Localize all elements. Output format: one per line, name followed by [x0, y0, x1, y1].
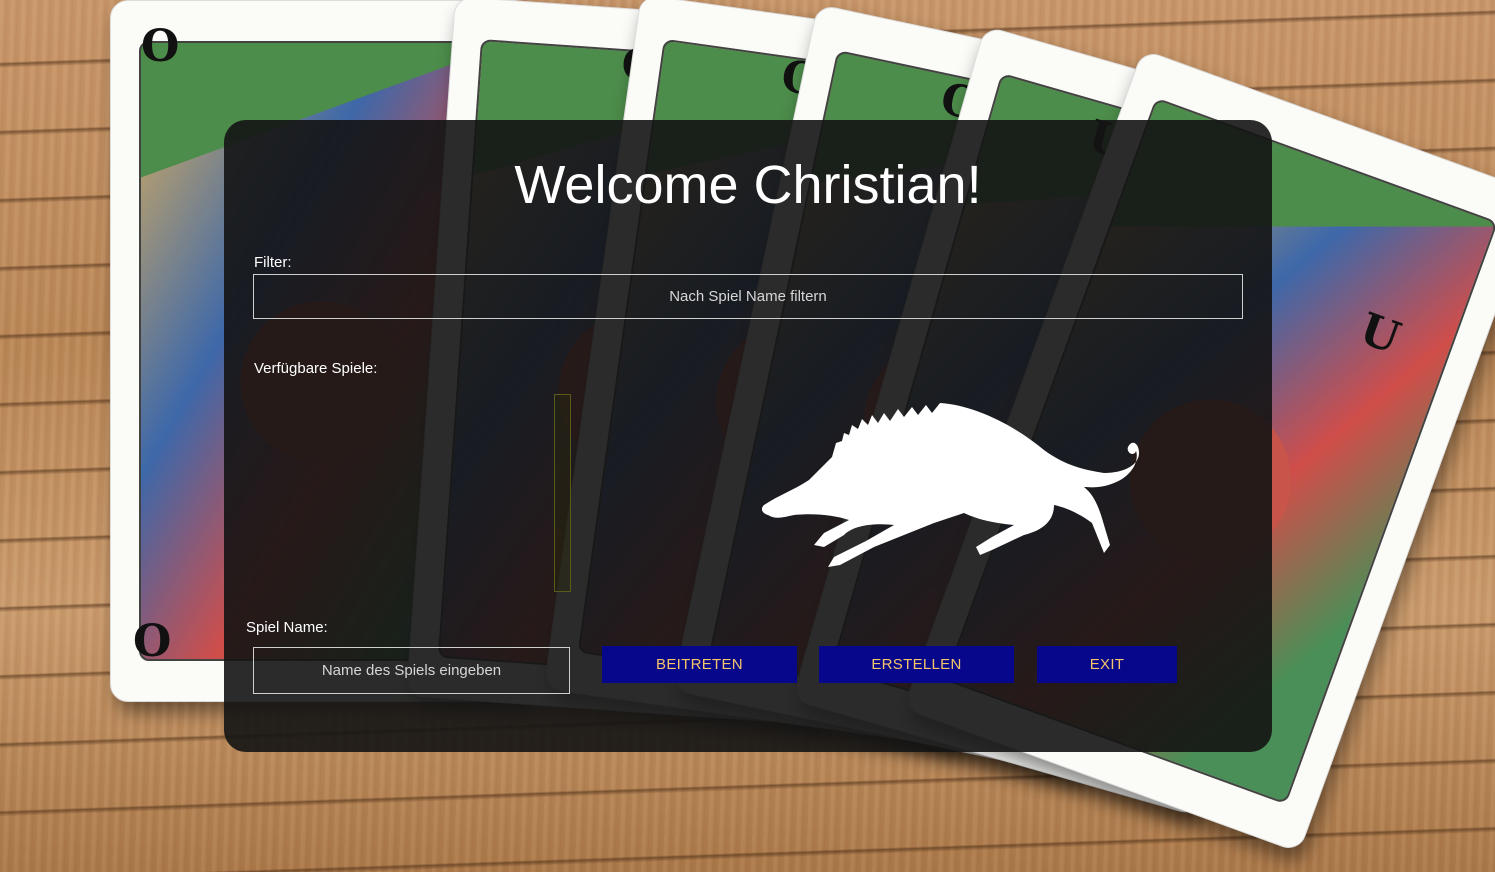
filter-label: Filter: [254, 254, 292, 271]
game-name-input[interactable] [253, 647, 570, 694]
boar-logo-icon [761, 403, 1139, 567]
exit-button[interactable]: EXIT [1037, 646, 1177, 683]
join-button[interactable]: BEITRETEN [602, 646, 797, 683]
available-games-label: Verfügbare Spiele: [254, 360, 378, 377]
games-list-scrollbar[interactable] [554, 394, 571, 592]
filter-input[interactable] [253, 274, 1243, 319]
card-index: O [141, 21, 180, 72]
welcome-title: Welcome Christian! [514, 155, 982, 215]
game-name-label: Spiel Name: [246, 619, 328, 636]
lobby-panel: Welcome Christian! Filter: Verfügbare Sp… [224, 120, 1272, 752]
create-button[interactable]: ERSTELLEN [819, 646, 1014, 683]
card-index: O [133, 616, 172, 667]
